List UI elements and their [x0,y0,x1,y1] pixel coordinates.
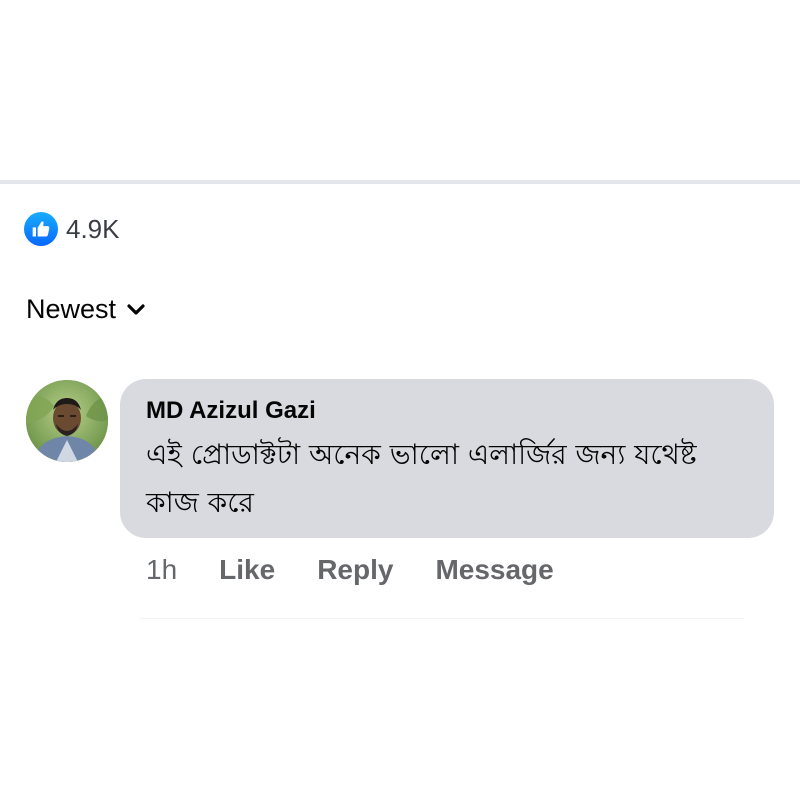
comment-actions: 1h Like Reply Message [146,550,596,590]
message-button[interactable]: Message [435,554,553,586]
chevron-down-icon [126,303,146,317]
avatar[interactable] [26,380,108,462]
comment-text: এই প্রোডাক্টটা অনেক ভালো এলার্জির জন্য য… [146,438,697,519]
reply-button[interactable]: Reply [317,554,393,586]
comment-timestamp[interactable]: 1h [146,554,177,586]
reaction-count: 4.9K [66,213,120,244]
comment-sort-dropdown[interactable]: Newest [26,290,146,328]
reaction-summary[interactable]: 4.9K [24,211,120,247]
comment-bubble: MD Azizul Gazi এই প্রোডাক্টটা অনেক ভালো … [120,379,774,538]
section-divider [0,180,800,184]
comment-author[interactable]: MD Azizul Gazi [146,395,748,427]
like-button[interactable]: Like [219,554,275,586]
media-area [0,0,800,180]
like-thumbs-up-icon [24,212,58,246]
bottom-divider [140,618,744,619]
sort-label: Newest [26,293,117,324]
